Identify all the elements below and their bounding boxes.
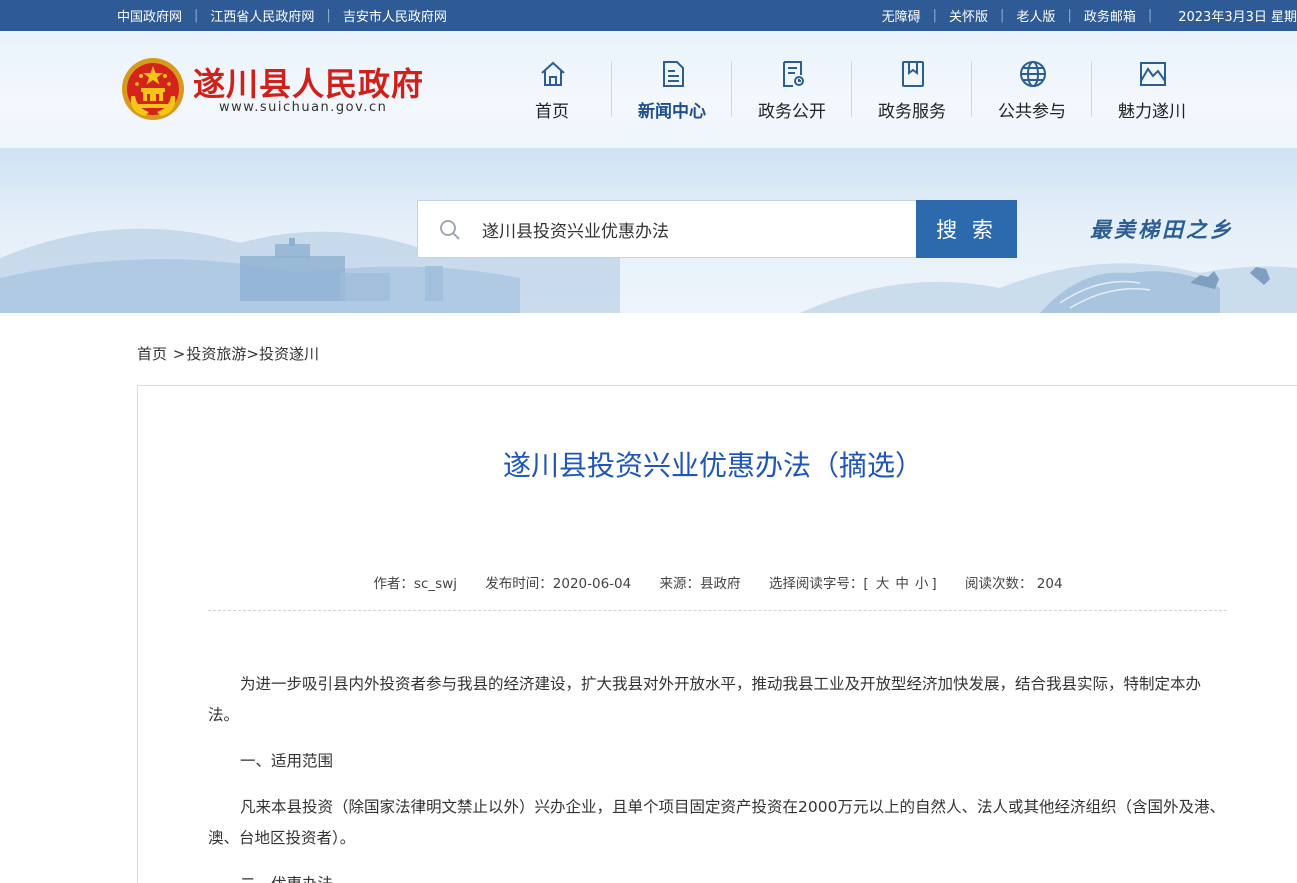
separator: |	[194, 8, 199, 23]
elderly-version-link[interactable]: 老人版	[1016, 6, 1055, 25]
article-source: 来源：县政府	[659, 576, 741, 592]
top-bar-tools: 无障碍 | 关怀版 | 老人版 | 政务邮箱 | 2023年3月3日 星期	[882, 0, 1297, 31]
font-size-small-button[interactable]: 小	[915, 576, 929, 592]
font-size-label: 选择阅读字号：[	[768, 576, 869, 592]
breadcrumb-investment-tourism[interactable]: 投资旅游	[186, 345, 246, 363]
home-icon	[541, 61, 565, 86]
separator: |	[326, 8, 331, 23]
breadcrumb-separator: >	[168, 345, 186, 363]
meta-divider	[208, 610, 1227, 611]
site-url: www.suichuan.gov.cn	[219, 100, 388, 115]
article-publish-time: 发布时间：2020-06-04	[485, 576, 632, 592]
article-section-heading: 一、适用范围	[240, 752, 334, 770]
separator: |	[1000, 8, 1005, 23]
nav-label: 新闻中心	[638, 102, 706, 122]
news-document-icon	[663, 61, 684, 87]
bookmark-service-icon	[902, 61, 924, 87]
search-icon	[440, 220, 460, 240]
breadcrumb-invest-suichuan[interactable]: 投资遂川	[259, 345, 319, 363]
landscape-icon	[1140, 62, 1166, 86]
read-count-value: 204	[1036, 576, 1063, 592]
separator: |	[1067, 8, 1072, 23]
font-size-large-button[interactable]: 大	[876, 576, 890, 592]
search-input[interactable]	[482, 201, 902, 257]
site-title[interactable]: 遂川县人民政府	[193, 59, 424, 105]
main-nav: 首页 新闻中心 政务公开 政务服务 公共参与 魅力遂川	[492, 31, 1212, 148]
nav-label: 政务服务	[878, 102, 946, 122]
nav-label: 首页	[535, 102, 569, 122]
article-panel: 遂川县投资兴业优惠办法（摘选） 作者：sc_swj 发布时间：2020-06-0…	[137, 385, 1297, 883]
link-gov-cn[interactable]: 中国政府网	[117, 6, 182, 25]
article-body: 为进一步吸引县内外投资者参与我县的经济建设，扩大我县对外开放水平，推动我县工业及…	[208, 669, 1228, 883]
separator: |	[1147, 8, 1153, 23]
article-author: 作者：sc_swj	[373, 576, 457, 592]
separator: |	[932, 8, 938, 23]
article-meta: 作者：sc_swj 发布时间：2020-06-04 来源：县政府 选择阅读字号：…	[138, 572, 1297, 592]
banner-slogan: 最美梯田之乡	[1090, 218, 1234, 242]
public-affairs-icon	[783, 61, 804, 87]
breadcrumb: 首页 >投资旅游>投资遂川	[137, 343, 319, 364]
accessibility-link[interactable]: 无障碍	[882, 6, 921, 25]
article-section-heading: 二、优惠办法	[208, 869, 1228, 883]
link-jian-gov[interactable]: 吉安市人民政府网	[343, 6, 447, 25]
nav-news-center[interactable]: 新闻中心	[612, 31, 732, 148]
breadcrumb-home[interactable]: 首页	[137, 345, 167, 363]
care-version-link[interactable]: 关怀版	[949, 6, 988, 25]
nav-label: 魅力遂川	[1118, 102, 1186, 122]
top-bar: 中国政府网 | 江西省人民政府网 | 吉安市人民政府网 无障碍 | 关怀版 | …	[0, 0, 1297, 31]
article-title: 遂川县投资兴业优惠办法（摘选）	[502, 449, 923, 482]
globe-icon	[1020, 61, 1046, 87]
search-banner: 搜 索 最美梯田之乡	[0, 148, 1297, 313]
search-box	[417, 200, 917, 258]
font-size-bracket: ]	[931, 576, 937, 592]
link-jiangxi-gov[interactable]: 江西省人民政府网	[210, 6, 314, 25]
article-paragraph: 凡来本县投资（除国家法律明文禁止以外）兴办企业，且单个项目固定资产投资在2000…	[208, 798, 1225, 847]
article-paragraph: 为进一步吸引县内外投资者参与我县的经济建设，扩大我县对外开放水平，推动我县工业及…	[208, 675, 1202, 724]
current-date: 2023年3月3日 星期	[1178, 10, 1297, 25]
national-emblem-icon[interactable]	[121, 56, 185, 122]
nav-public-participation[interactable]: 公共参与	[972, 31, 1092, 148]
breadcrumb-separator: >	[246, 345, 259, 363]
nav-charm-suichuan[interactable]: 魅力遂川	[1092, 31, 1212, 148]
nav-label: 政务公开	[758, 102, 826, 122]
nav-public-affairs[interactable]: 政务公开	[732, 31, 852, 148]
nav-home[interactable]: 首页	[492, 31, 612, 148]
read-count-label: 阅读次数：	[964, 576, 1033, 592]
gov-mail-link[interactable]: 政务邮箱	[1084, 6, 1136, 25]
nav-label: 公共参与	[998, 102, 1066, 122]
site-header: 遂川县人民政府 www.suichuan.gov.cn 首页 新闻中心 政务公开	[0, 31, 1297, 148]
font-size-selector: 选择阅读字号：[ 大中小]	[769, 576, 937, 592]
search-button[interactable]: 搜 索	[916, 200, 1017, 258]
font-size-medium-button[interactable]: 中	[895, 576, 909, 592]
nav-gov-services[interactable]: 政务服务	[852, 31, 972, 148]
read-count: 阅读次数： 204	[965, 576, 1063, 592]
top-bar-links: 中国政府网 | 江西省人民政府网 | 吉安市人民政府网	[117, 0, 447, 31]
